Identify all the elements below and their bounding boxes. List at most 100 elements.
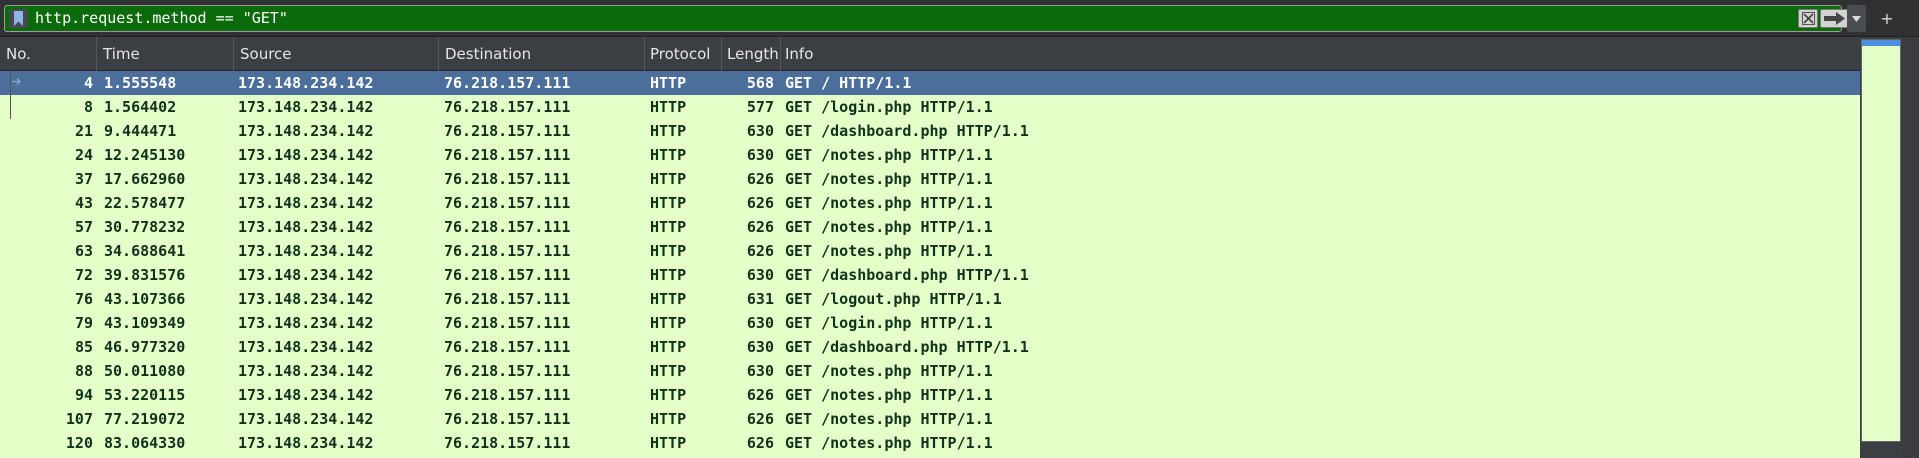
packet-destination: 76.218.157.111 [444,74,571,92]
packet-source: 173.148.234.142 [238,362,374,380]
packet-destination: 76.218.157.111 [444,242,571,260]
packet-protocol: HTTP [650,386,687,404]
packet-source: 173.148.234.142 [238,410,374,428]
packet-no: 79 [74,314,93,332]
display-filter-input[interactable] [35,6,1790,31]
packet-time: 9.444471 [104,122,177,140]
packet-source: 173.148.234.142 [238,170,374,188]
packet-row[interactable]: 43 22.578477 173.148.234.142 76.218.157.111… [0,191,1860,215]
packet-no: 8 [83,98,93,116]
packet-no: 43 [74,194,93,212]
packet-row[interactable]: 107 77.219072 173.148.234.142 76.218.157.11… [0,407,1860,431]
packet-time: 43.107366 [104,290,186,308]
packet-destination: 76.218.157.111 [444,122,571,140]
packet-length: 577 [746,98,774,116]
packet-row[interactable]: 8 1.564402 173.148.234.142 76.218.157.111 HT… [0,95,1860,119]
packet-time: 39.831576 [104,266,186,284]
packet-source: 173.148.234.142 [238,314,374,332]
column-header-source[interactable]: Source [234,37,439,71]
packet-protocol: HTTP [650,410,687,428]
packet-row[interactable]: 37 17.662960 173.148.234.142 76.218.157.111… [0,167,1860,191]
packet-row[interactable]: 57 30.778232 173.148.234.142 76.218.157.111… [0,215,1860,239]
packet-no: 88 [74,362,93,380]
packet-destination: 76.218.157.111 [444,266,571,284]
packet-time: 77.219072 [104,410,186,428]
arrow-right-icon [1824,12,1845,25]
packet-time: 1.564402 [104,98,177,116]
packet-protocol: HTTP [650,338,687,356]
packet-info: GET /notes.php HTTP/1.1 [785,194,993,212]
packet-row[interactable]: 4 1.555548 173.148.234.142 76.218.157.111 HT… [0,71,1860,95]
packet-length: 626 [746,386,774,404]
packet-time: 17.662960 [104,170,186,188]
packet-destination: 76.218.157.111 [444,362,571,380]
packet-minimap[interactable] [1860,37,1902,458]
packet-protocol: HTTP [650,170,687,188]
packet-row[interactable]: 88 50.011080 173.148.234.142 76.218.157.111… [0,359,1860,383]
packet-source: 173.148.234.142 [238,98,374,116]
packet-info: GET /login.php HTTP/1.1 [785,98,993,116]
column-header-destination[interactable]: Destination [439,37,645,71]
packet-source: 173.148.234.142 [238,242,374,260]
packet-protocol: HTTP [650,362,687,380]
packet-no: 107 [65,410,93,428]
filter-history-dropdown[interactable] [1847,5,1866,32]
packet-info: GET /notes.php HTTP/1.1 [785,146,993,164]
packet-length: 630 [746,338,774,356]
packet-row[interactable]: 120 83.064330 173.148.234.142 76.218.157.11… [0,431,1860,455]
packet-destination: 76.218.157.111 [444,98,571,116]
packet-length: 630 [746,362,774,380]
packet-info: GET /login.php HTTP/1.1 [785,314,993,332]
packet-no: 120 [65,434,93,452]
packet-no: 37 [74,170,93,188]
column-header-length[interactable]: Length [722,37,781,71]
apply-filter-button[interactable] [1820,9,1849,28]
packet-info: GET /notes.php HTTP/1.1 [785,218,993,236]
packet-info: GET /notes.php HTTP/1.1 [785,386,993,404]
packet-row[interactable]: 79 43.109349 173.148.234.142 76.218.157.111… [0,311,1860,335]
packet-list-header: No. Time Source Destination Protocol Len… [0,37,1919,71]
packet-info: GET / HTTP/1.1 [785,74,912,92]
column-header-info[interactable]: Info [781,37,1860,71]
column-header-no-label: No. [6,45,31,63]
packet-destination: 76.218.157.111 [444,386,571,404]
minimap-track [1861,39,1901,442]
packet-info: GET /notes.php HTTP/1.1 [785,242,993,260]
packet-info: GET /notes.php HTTP/1.1 [785,170,993,188]
column-header-no[interactable]: No. [0,37,97,71]
packet-source: 173.148.234.142 [238,218,374,236]
packet-info: GET /notes.php HTTP/1.1 [785,410,993,428]
clear-filter-icon[interactable] [1798,9,1818,28]
packet-list: No. Time Source Destination Protocol Len… [0,37,1919,458]
packet-length: 626 [746,170,774,188]
chevron-down-icon [1852,16,1861,22]
packet-no: 24 [74,146,93,164]
packet-protocol: HTTP [650,98,687,116]
display-filter-field [4,5,1849,32]
packet-row[interactable]: 76 43.107366 173.148.234.142 76.218.157.111… [0,287,1860,311]
column-header-protocol[interactable]: Protocol [645,37,722,71]
packet-protocol: HTTP [650,242,687,260]
vertical-scrollbar[interactable] [1902,37,1919,458]
packet-row[interactable]: 63 34.688641 173.148.234.142 76.218.157.111… [0,239,1860,263]
packet-length: 626 [746,194,774,212]
packet-row[interactable]: 94 53.220115 173.148.234.142 76.218.157.111… [0,383,1860,407]
column-header-time[interactable]: Time [97,37,234,71]
column-header-length-label: Length [727,45,779,63]
minimap-selected-marker [1862,40,1900,46]
packet-time: 22.578477 [104,194,186,212]
column-header-source-label: Source [240,45,292,63]
packet-source: 173.148.234.142 [238,194,374,212]
packet-protocol: HTTP [650,122,687,140]
packet-source: 173.148.234.142 [238,146,374,164]
packet-destination: 76.218.157.111 [444,290,571,308]
packet-no: 63 [74,242,93,260]
packet-row[interactable]: 21 9.444471 173.148.234.142 76.218.157.111 H… [0,119,1860,143]
packet-time: 1.555548 [104,74,177,92]
packet-row[interactable]: 72 39.831576 173.148.234.142 76.218.157.111… [0,263,1860,287]
packet-row[interactable]: 85 46.977320 173.148.234.142 76.218.157.111… [0,335,1860,359]
packet-row[interactable]: 24 12.245130 173.148.234.142 76.218.157.111… [0,143,1860,167]
packet-source: 173.148.234.142 [238,386,374,404]
add-filter-button[interactable]: + [1876,5,1898,32]
bookmark-icon[interactable] [9,9,28,28]
